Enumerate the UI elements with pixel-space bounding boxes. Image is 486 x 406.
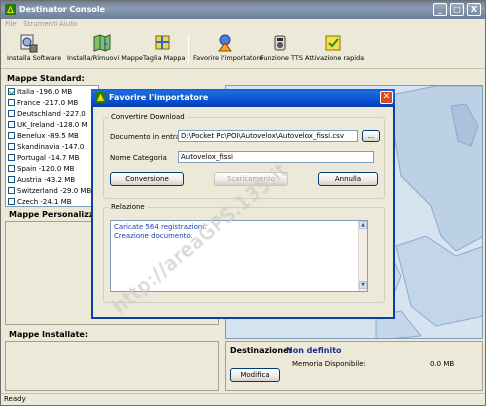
- install-maps-icon: [93, 34, 111, 52]
- destination-value: Non definito: [286, 346, 342, 355]
- report-legend: Relazione: [109, 203, 147, 211]
- report-line: Caricate 564 registrazioni.: [114, 223, 207, 231]
- tts-button[interactable]: Funzione TTS: [260, 33, 303, 67]
- map-list-item[interactable]: Skandinavia -147.0: [8, 143, 84, 153]
- map-list-item[interactable]: Benelux -89.5 MB: [8, 132, 79, 142]
- map-label: Italia -196.0 MB: [17, 88, 73, 96]
- importer-button[interactable]: Favorire l'importatore: [193, 33, 264, 67]
- importer-icon: [218, 34, 232, 52]
- map-checkbox[interactable]: [8, 165, 15, 172]
- cut-map-button[interactable]: Taglia Mappa: [143, 33, 186, 67]
- toolbar-separator: [188, 35, 189, 65]
- category-name-label: Nome Categoria: [110, 154, 167, 162]
- toolbar: Installa Software Installa/Rimuovi Mappe…: [1, 31, 485, 69]
- standard-maps-title: Mappe Standard:: [7, 74, 85, 83]
- dialog-close-button[interactable]: ✕: [380, 91, 393, 104]
- map-label: Deutschland -227.0: [17, 110, 86, 118]
- destination-panel: Destinazione: Non definito Memoria Dispo…: [225, 341, 483, 391]
- map-label: Spain -120.0 MB: [17, 165, 75, 173]
- menu-strumenti[interactable]: Strumenti: [23, 20, 58, 28]
- map-checkbox[interactable]: [8, 187, 15, 194]
- map-checkbox[interactable]: [8, 121, 15, 128]
- memory-label: Memoria Disponibile:: [292, 360, 366, 368]
- report-scrollbar[interactable]: ▲ ▼: [358, 221, 367, 291]
- map-list-item[interactable]: Austria -43.2 MB: [8, 176, 75, 186]
- installed-maps-panel: [5, 341, 219, 391]
- input-document-field[interactable]: D:\Pocket Pc\POI\Autovelox\Autovelox_fis…: [178, 130, 358, 142]
- map-checkbox[interactable]: [8, 143, 15, 150]
- maximize-button[interactable]: □: [450, 3, 464, 16]
- convert-button[interactable]: Conversione: [110, 172, 184, 186]
- map-list-item[interactable]: France -217.0 MB: [8, 99, 78, 109]
- custom-maps-title: Mappe Personalizzat: [9, 210, 103, 219]
- map-list-item[interactable]: Spain -120.0 MB: [8, 165, 74, 175]
- install-maps-button[interactable]: Installa/Rimuovi Mappe: [67, 33, 144, 67]
- map-label: UK_Ireland -128.0 M: [17, 121, 88, 129]
- scroll-up-icon[interactable]: ▲: [359, 221, 367, 229]
- scroll-down-icon[interactable]: ▼: [359, 281, 367, 289]
- install-software-button[interactable]: Installa Software: [7, 33, 62, 67]
- cut-map-label: Taglia Mappa: [143, 54, 186, 62]
- map-list-item[interactable]: Portugal -14.7 MB: [8, 154, 79, 164]
- map-checkbox[interactable]: [8, 99, 15, 106]
- map-checkbox[interactable]: [8, 176, 15, 183]
- tts-icon: [274, 35, 286, 51]
- quick-activation-button[interactable]: Attivazione rapida: [305, 33, 365, 67]
- map-label: Austria -43.2 MB: [17, 176, 76, 184]
- map-list-item[interactable]: Switzerland -29.0 MB: [8, 187, 91, 197]
- status-bar: Ready: [1, 393, 485, 405]
- menu-aiuto[interactable]: Aiuto: [59, 20, 77, 28]
- modify-destination-button[interactable]: Modifica: [230, 368, 280, 382]
- status-text: Ready: [4, 395, 26, 403]
- dialog-title-bar: Favorire l'importatore ✕: [91, 89, 395, 107]
- convert-download-legend: Convertire Download: [109, 113, 187, 121]
- standard-maps-list: Italia -196.0 MB France -217.0 MB Deutschl…: [5, 85, 99, 207]
- menu-bar: File Strumenti Aiuto: [1, 19, 485, 31]
- importer-label: Favorire l'importatore: [193, 54, 264, 62]
- map-label: Skandinavia -147.0: [17, 143, 85, 151]
- map-list-item[interactable]: Deutschland -227.0: [8, 110, 86, 120]
- map-label: Portugal -14.7 MB: [17, 154, 80, 162]
- map-label: Czech -24.1 MB: [17, 198, 72, 206]
- minimize-button[interactable]: _: [433, 3, 447, 16]
- map-checkbox[interactable]: [8, 132, 15, 139]
- cancel-button[interactable]: Annulla: [318, 172, 378, 186]
- map-label: Switzerland -29.0 MB: [17, 187, 92, 195]
- installed-maps-title: Mappe Installate:: [9, 330, 89, 339]
- destinator-logo-icon: [95, 92, 106, 103]
- install-maps-label: Installa/Rimuovi Mappe: [67, 54, 144, 62]
- map-label: France -217.0 MB: [17, 99, 79, 107]
- menu-file[interactable]: File: [5, 20, 17, 28]
- destination-label: Destinazione:: [230, 346, 292, 355]
- cut-map-icon: [155, 35, 170, 50]
- report-line: Creazione documento.: [114, 232, 193, 240]
- browse-button[interactable]: ...: [362, 130, 380, 142]
- map-checkbox[interactable]: [8, 88, 15, 95]
- tts-label: Funzione TTS: [260, 54, 303, 62]
- memory-value: 0.0 MB: [430, 360, 455, 368]
- map-list-item[interactable]: Italia -196.0 MB: [8, 88, 72, 98]
- input-document-label: Documento in entrata: [110, 133, 188, 141]
- close-window-button[interactable]: X: [467, 3, 481, 16]
- map-list-item[interactable]: Czech -24.1 MB: [8, 198, 72, 206]
- map-checkbox[interactable]: [8, 154, 15, 161]
- destinator-logo-icon: [5, 4, 16, 15]
- map-list-item[interactable]: UK_Ireland -128.0 M: [8, 121, 87, 131]
- title-bar: Destinator Console _ □ X: [1, 1, 485, 19]
- map-checkbox[interactable]: [8, 110, 15, 117]
- map-checkbox[interactable]: [8, 198, 15, 205]
- quick-activation-label: Attivazione rapida: [305, 54, 365, 62]
- quick-activation-icon: [325, 35, 341, 51]
- dialog-title: Favorire l'importatore: [109, 93, 209, 102]
- install-software-icon: [20, 34, 38, 53]
- install-software-label: Installa Software: [7, 54, 62, 62]
- map-label: Benelux -89.5 MB: [17, 132, 79, 140]
- main-window: Destinator Console _ □ X File Strumenti …: [0, 0, 486, 406]
- window-title: Destinator Console: [19, 5, 106, 14]
